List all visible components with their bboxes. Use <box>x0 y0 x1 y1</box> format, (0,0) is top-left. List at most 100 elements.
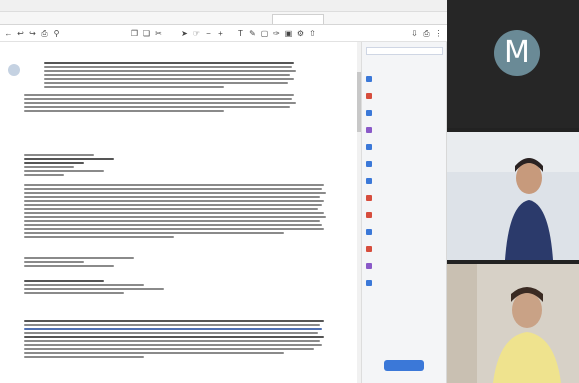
text-line <box>24 280 104 282</box>
participant-avatar: M <box>494 30 540 76</box>
document-icon <box>366 144 372 150</box>
toolbar: ← ↩ ↪ ⎙ ⚲ ❐ ❏ ✂ ➤ ☞ − + T ✎ ▢ ✑ ▣ ⚙ ⇧ ⇩ … <box>0 25 447 42</box>
search-icon[interactable]: ⚲ <box>52 29 61 38</box>
text-line <box>24 340 320 342</box>
sidebar-item-11[interactable] <box>366 261 444 273</box>
participant-tile-3[interactable] <box>447 264 579 383</box>
sidebar-item-label <box>376 93 431 100</box>
sidebar-item-label <box>376 110 431 117</box>
text-line <box>24 192 326 194</box>
text-line <box>24 212 324 214</box>
stamp-icon[interactable]: ▣ <box>284 29 293 38</box>
sign-icon[interactable]: ✑ <box>272 29 281 38</box>
pencil-icon <box>366 246 372 252</box>
text-line <box>24 162 84 164</box>
participant-tile-1[interactable]: M <box>447 0 579 128</box>
text-line <box>24 224 322 226</box>
sidebar-item-9[interactable] <box>366 227 444 239</box>
sidebar-item-2[interactable] <box>366 108 444 120</box>
sidebar-item-0[interactable] <box>366 74 444 86</box>
text-line <box>24 336 324 338</box>
text-line <box>24 208 318 210</box>
sidebar-search[interactable] <box>366 47 443 55</box>
forward-icon[interactable]: ↪ <box>28 29 37 38</box>
cut-icon[interactable]: ✂ <box>154 29 163 38</box>
more-icon[interactable]: ⋮ <box>434 29 443 38</box>
sidebar-item-5[interactable] <box>366 159 444 171</box>
attach-icon[interactable]: ⚙ <box>296 29 305 38</box>
text-line <box>44 66 292 68</box>
download-icon[interactable]: ⇩ <box>410 29 419 38</box>
tab-3[interactable] <box>164 14 212 24</box>
user-icon <box>366 229 372 235</box>
text-line <box>44 82 288 84</box>
tab-7[interactable] <box>376 14 416 24</box>
text-line <box>24 200 324 202</box>
tab-bar <box>0 12 447 25</box>
zoom-out-icon[interactable]: − <box>204 29 213 38</box>
sidebar-item-label <box>376 212 431 219</box>
back-icon[interactable]: ← <box>4 29 13 38</box>
text-line <box>24 257 134 259</box>
pointer-icon[interactable]: ➤ <box>180 29 189 38</box>
text-line <box>24 204 322 206</box>
sender-avatar <box>8 64 20 76</box>
paste-icon[interactable]: ❏ <box>142 29 151 38</box>
tab-4[interactable] <box>218 14 266 24</box>
tab-0[interactable] <box>2 14 50 24</box>
text-line <box>24 352 284 354</box>
sidebar-item-3[interactable] <box>366 125 444 137</box>
text-line <box>24 356 144 358</box>
zoom-in-icon[interactable]: + <box>216 29 225 38</box>
sidebar-item-label <box>376 229 431 236</box>
sidebar-item-6[interactable] <box>366 176 444 188</box>
user-icon <box>366 280 372 286</box>
tab-6[interactable] <box>330 14 370 24</box>
text-line <box>24 98 292 100</box>
file-icon <box>366 178 372 184</box>
document-pane[interactable] <box>0 42 362 383</box>
share-icon[interactable]: ⇧ <box>308 29 317 38</box>
tab-5[interactable] <box>272 14 324 24</box>
sidebar-item-12[interactable] <box>366 278 444 290</box>
sidebar-item-10[interactable] <box>366 244 444 256</box>
participant-video-3 <box>447 264 579 383</box>
text-line <box>24 328 322 330</box>
tab-1[interactable] <box>56 14 104 24</box>
sidebar-item-4[interactable] <box>366 142 444 154</box>
text-line <box>44 70 296 72</box>
text-line <box>24 320 324 322</box>
text-line <box>24 228 324 230</box>
participant-tile-2[interactable] <box>447 132 579 260</box>
text-line <box>24 324 320 326</box>
text-icon[interactable]: T <box>236 29 245 38</box>
text-line <box>24 344 322 346</box>
text-line <box>24 288 164 290</box>
file-icon <box>366 195 372 201</box>
sidebar-item-1[interactable] <box>366 91 444 103</box>
tab-2[interactable] <box>110 14 158 24</box>
scrollbar-thumb[interactable] <box>357 72 361 132</box>
scrollbar[interactable] <box>357 42 361 383</box>
file-icon <box>366 93 372 99</box>
sidebar-action-button[interactable] <box>384 360 424 371</box>
file-icon <box>366 76 372 82</box>
reply-icon[interactable]: ↩ <box>16 29 25 38</box>
text-line <box>44 78 294 80</box>
sidebar-item-label <box>376 76 431 83</box>
copy-icon[interactable]: ❐ <box>130 29 139 38</box>
text-line <box>44 62 294 64</box>
text-line <box>24 332 318 334</box>
print-right-icon[interactable]: ⎙ <box>422 29 431 38</box>
highlight-icon[interactable]: ✎ <box>248 29 257 38</box>
sidebar-item-label <box>376 280 431 287</box>
sidebar-item-7[interactable] <box>366 193 444 205</box>
print-icon[interactable]: ⎙ <box>40 29 49 38</box>
sidebar-item-8[interactable] <box>366 210 444 222</box>
text-line <box>24 284 144 286</box>
app-window: ← ↩ ↪ ⎙ ⚲ ❐ ❏ ✂ ➤ ☞ − + T ✎ ▢ ✑ ▣ ⚙ ⇧ ⇩ … <box>0 0 579 383</box>
sidebar-item-label <box>376 246 431 253</box>
sidebar-item-label <box>376 127 431 134</box>
hand-icon[interactable]: ☞ <box>192 29 201 38</box>
shapes-icon[interactable]: ▢ <box>260 29 269 38</box>
